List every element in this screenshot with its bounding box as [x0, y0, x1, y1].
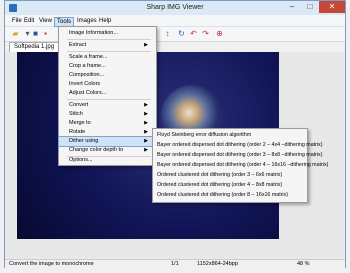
menu-item-rotate[interactable]: Rotate ▶ — [59, 128, 154, 137]
status-image-size: 1152x864-24bpp — [197, 261, 238, 267]
toolbar: ▰ ▾ ■ ▪ ↕ ↻ ↶ ↷ ⊕ — [5, 27, 345, 42]
dither-floyd-steinberg[interactable]: Floyd Steinberg error diffusion algorith… — [153, 131, 305, 140]
dither-bayer-order-4[interactable]: Bayer ordered dispersed dot dithering (o… — [153, 161, 328, 170]
flip-icon[interactable]: ↕ — [163, 29, 172, 38]
status-page: 1/1 — [171, 261, 179, 267]
menu-item-label: Options... — [69, 157, 93, 163]
minimize-button[interactable]: – — [283, 1, 301, 13]
menu-item-label: Convert — [69, 102, 89, 108]
menu-item-label: Dither using — [69, 138, 99, 144]
menu-item-extract[interactable]: Extract ▶ — [59, 41, 154, 50]
submenu-arrow-icon: ▶ — [144, 129, 148, 135]
menu-item-adjust-colors[interactable]: Adjust Colors... — [59, 89, 154, 98]
redo-icon[interactable]: ↷ — [201, 29, 210, 38]
status-bar: Convert the image to monochrome 1/1 1152… — [5, 259, 345, 269]
dither-clustered-order-3[interactable]: Ordered clustered dot dithering (order 3… — [153, 171, 305, 180]
menu-item-crop-frame[interactable]: Crop a frame... — [59, 62, 154, 71]
menu-separator — [67, 39, 151, 40]
menu-help[interactable]: Help — [97, 17, 113, 26]
menu-separator — [67, 51, 151, 52]
submenu-arrow-icon: ▶ — [144, 147, 148, 153]
menu-item-label: Crop a frame... — [69, 63, 106, 69]
maximize-button[interactable]: □ — [301, 1, 319, 13]
submenu-arrow-icon: ▶ — [144, 102, 148, 108]
menu-item-label: Adjust Colors... — [69, 90, 107, 96]
menu-item-change-color-depth[interactable]: Change color depth to ▶ — [59, 146, 154, 155]
zoom-icon[interactable]: ⊕ — [215, 29, 224, 38]
dither-clustered-order-8[interactable]: Ordered clustered dot dithering (order 8… — [153, 191, 305, 200]
open-folder-icon[interactable]: ▰ — [11, 29, 20, 38]
submenu-arrow-icon: ▶ — [144, 111, 148, 117]
menu-item-options[interactable]: Options... — [59, 156, 154, 165]
menu-item-label: Scale a frame... — [69, 54, 108, 60]
dither-bayer-order-3[interactable]: Bayer ordered dispersed dot dithering (o… — [153, 151, 322, 160]
tools-dropdown-menu: Image Information... Extract ▶ Scale a fr… — [58, 26, 157, 166]
menu-item-label: Image Information... — [69, 30, 118, 36]
dither-bayer-order-2[interactable]: Bayer ordered dispersed dot dithering (o… — [153, 141, 322, 150]
status-zoom: 48 % — [297, 261, 310, 267]
menu-item-invert-colors[interactable]: Invert Colors — [59, 80, 154, 89]
menu-item-label: Rotate — [69, 129, 86, 135]
menu-bar: File Edit View Tools Images Help — [5, 15, 345, 27]
menu-item-label: Composition... — [69, 72, 105, 78]
menu-item-image-information[interactable]: Image Information... — [59, 29, 154, 38]
menu-item-label: Extract — [69, 42, 87, 48]
dither-clustered-order-4[interactable]: Ordered clustered dot dithering (order 4… — [153, 181, 305, 190]
tab-image[interactable]: Softpedia 1.jpg — [9, 42, 60, 52]
menu-separator — [67, 99, 151, 100]
tab-strip: Softpedia 1.jpg — [5, 42, 345, 52]
print-icon[interactable]: ▪ — [41, 29, 50, 38]
rotate-icon[interactable]: ↻ — [177, 29, 186, 38]
menu-item-label: Merge to — [69, 120, 91, 126]
save-icon[interactable]: ■ — [31, 29, 40, 38]
menu-item-merge-to[interactable]: Merge to ▶ — [59, 119, 154, 128]
menu-view[interactable]: View — [37, 17, 54, 26]
menu-item-composition[interactable]: Composition... — [59, 71, 154, 80]
menu-edit[interactable]: Edit — [22, 17, 36, 26]
submenu-arrow-icon: ▶ — [144, 120, 148, 126]
menu-item-stitch[interactable]: Stitch ▶ — [59, 110, 154, 119]
status-text: Convert the image to monochrome — [9, 261, 94, 267]
title-bar: Sharp IMG Viewer – □ ✕ — [5, 1, 345, 15]
menu-item-label: Stitch — [69, 111, 83, 117]
menu-item-scale-frame[interactable]: Scale a frame... — [59, 53, 154, 62]
menu-images[interactable]: Images — [75, 17, 99, 26]
close-button[interactable]: ✕ — [319, 1, 345, 13]
menu-item-convert[interactable]: Convert ▶ — [59, 101, 154, 110]
undo-icon[interactable]: ↶ — [189, 29, 198, 38]
submenu-arrow-icon: ▶ — [144, 138, 148, 144]
menu-item-dither-using[interactable]: Dither using ▶ — [58, 136, 155, 147]
dither-submenu: Floyd Steinberg error diffusion algorith… — [152, 128, 328, 203]
submenu-arrow-icon: ▶ — [144, 42, 148, 48]
menu-item-label: Invert Colors — [69, 81, 101, 87]
menu-item-label: Change color depth to — [69, 147, 124, 153]
